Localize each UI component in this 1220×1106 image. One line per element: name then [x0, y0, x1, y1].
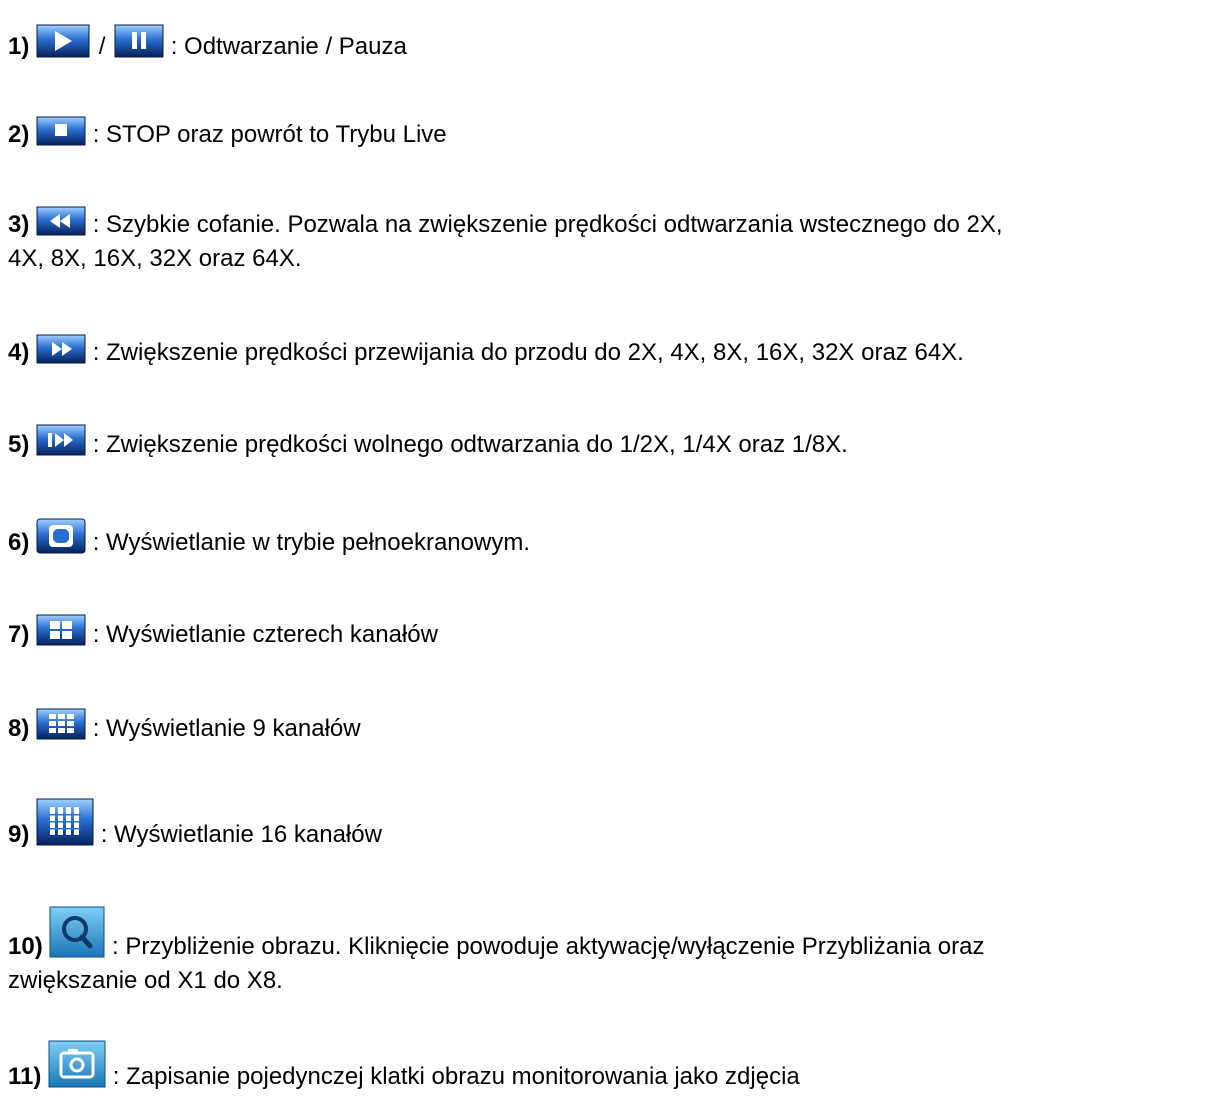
list-item-11: 11) : Zapisanie pojedynczej klatki obraz… — [8, 1040, 1213, 1094]
item-text: : Przybliżenie obrazu. Kliknięcie powodu… — [112, 933, 985, 960]
item-number: 11) — [8, 1063, 42, 1090]
nine-view-icon — [36, 708, 86, 740]
item-text: : STOP oraz powrót to Trybu Live — [92, 121, 447, 148]
item-text: : Wyświetlanie czterech kanałów — [92, 621, 438, 648]
item-text: : Odtwarzanie / Pauza — [170, 33, 407, 60]
stop-icon — [36, 116, 86, 146]
fullscreen-icon — [36, 518, 86, 554]
item-number: 6) — [8, 529, 30, 556]
list-item-9: 9) : Wyświetlanie 16 kanałów — [8, 798, 1213, 852]
fast-forward-icon — [36, 334, 86, 364]
quad-view-icon — [36, 614, 86, 646]
item-number: 4) — [8, 339, 30, 366]
item-number: 9) — [8, 821, 30, 848]
play-icon — [36, 24, 90, 58]
pause-icon — [114, 24, 164, 58]
item-text: : Zapisanie pojedynczej klatki obrazu mo… — [112, 1063, 800, 1090]
list-item-10: 10) : Przybliżenie obrazu. Kliknięcie po… — [8, 906, 1213, 998]
list-item-8: 8) : Wyświetlanie 9 kanałów — [8, 708, 1213, 746]
item-number: 10) — [8, 933, 43, 960]
list-item-7: 7) : Wyświetlanie czterech kanałów — [8, 614, 1213, 652]
item-text: : Szybkie cofanie. Pozwala na zwiększeni… — [92, 211, 1003, 238]
separator: / — [98, 33, 106, 60]
sixteen-view-icon — [36, 798, 94, 846]
list-item-6: 6) : Wyświetlanie w trybie pełnoekranowy… — [8, 518, 1213, 560]
rewind-icon — [36, 206, 86, 236]
item-text: : Wyświetlanie 9 kanałów — [92, 715, 361, 742]
item-number: 5) — [8, 431, 30, 458]
item-text: : Wyświetlanie w trybie pełnoekranowym. — [92, 529, 530, 556]
list-item-1: 1) / : Odtwarzanie / Pauza — [8, 24, 1213, 64]
item-number: 7) — [8, 621, 30, 648]
item-number: 3) — [8, 211, 30, 238]
item-text-continued: 4X, 8X, 16X, 32X oraz 64X. — [8, 245, 302, 272]
list-item-5: 5) : Zwiększenie prędkości wolnego odtwa… — [8, 424, 1213, 462]
list-item-2: 2) : STOP oraz powrót to Trybu Live — [8, 116, 1213, 152]
slow-play-icon — [36, 424, 86, 456]
item-text: : Zwiększenie prędkości przewijania do p… — [92, 339, 964, 366]
item-text: : Wyświetlanie 16 kanałów — [100, 821, 382, 848]
item-number: 1) — [8, 33, 30, 60]
snapshot-icon — [48, 1040, 106, 1088]
list-item-4: 4) : Zwiększenie prędkości przewijania d… — [8, 334, 1213, 370]
zoom-icon — [49, 906, 105, 958]
item-number: 2) — [8, 121, 30, 148]
item-number: 8) — [8, 715, 30, 742]
item-text: : Zwiększenie prędkości wolnego odtwarza… — [92, 431, 848, 458]
list-item-3: 3) : Szybkie cofanie. Pozwala na zwiększ… — [8, 206, 1213, 276]
item-text-continued: zwiększanie od X1 do X8. — [8, 967, 283, 994]
